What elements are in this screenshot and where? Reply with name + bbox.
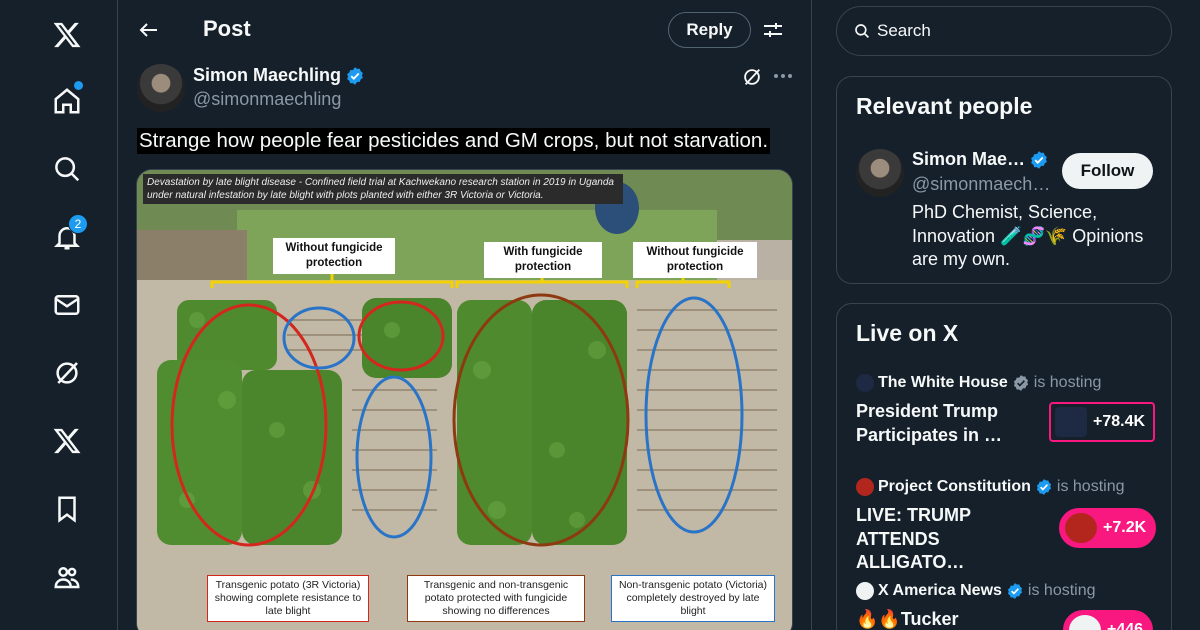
- x-logo-icon[interactable]: [40, 8, 94, 62]
- relevant-person-bio: PhD Chemist, Science, Innovation 🧪🧬🌾 Opi…: [912, 202, 1144, 269]
- image-note-transgenic: Transgenic potato (3R Victoria) showing …: [207, 575, 369, 622]
- image-label-with-fungicide: With fungicide protection: [484, 242, 602, 278]
- live-hosting-label: is hosting: [1027, 582, 1096, 599]
- live-hosting-label: is hosting: [1033, 374, 1102, 391]
- field-trial-photo: [137, 170, 792, 630]
- live-count-text: +446: [1107, 621, 1144, 630]
- grok-icon[interactable]: [40, 346, 94, 400]
- x-premium-icon[interactable]: [40, 414, 94, 468]
- live-title[interactable]: President Trump Participates in …: [856, 400, 1036, 447]
- x-america-news-thumbnail: [1069, 615, 1101, 630]
- author-name-row[interactable]: Simon Maechling: [193, 65, 365, 86]
- white-house-logo-icon: [856, 374, 874, 392]
- follow-button[interactable]: Follow: [1062, 153, 1153, 189]
- grok-explain-icon[interactable]: [741, 66, 763, 88]
- home-icon[interactable]: [40, 74, 94, 128]
- page-title: Post: [203, 16, 251, 41]
- live-on-x-card: Live on X The White House is hosting Pre…: [836, 303, 1172, 630]
- relevant-person-name-row[interactable]: Simon Mae…: [912, 149, 1049, 170]
- search-input[interactable]: [877, 21, 1137, 41]
- live-count-text: +78.4K: [1093, 413, 1146, 430]
- verified-badge-icon: [1007, 583, 1022, 599]
- post-image[interactable]: Devastation by late blight disease - Con…: [136, 169, 793, 630]
- search-box[interactable]: [836, 6, 1172, 56]
- reply-button[interactable]: Reply: [668, 12, 751, 48]
- verified-badge-icon: [347, 66, 363, 85]
- relevant-people-title: Relevant people: [856, 93, 1033, 119]
- relevant-person-name[interactable]: Simon Mae…: [912, 149, 1025, 170]
- post-text: Strange how people fear pesticides and G…: [137, 128, 771, 154]
- home-unread-dot: [74, 81, 83, 90]
- relevant-person-avatar[interactable]: [856, 149, 904, 197]
- author-handle[interactable]: @simonmaechling: [193, 89, 341, 110]
- image-caption: Devastation by late blight disease - Con…: [143, 174, 623, 204]
- search-icon: [855, 24, 869, 38]
- left-nav: 2: [0, 0, 118, 630]
- explore-icon[interactable]: [40, 142, 94, 196]
- project-constitution-thumbnail: [1065, 513, 1097, 543]
- relevant-people-card: Relevant people Simon Mae… @simonmaech… …: [836, 76, 1172, 284]
- back-arrow-icon[interactable]: [137, 14, 165, 46]
- live-listener-count[interactable]: +7.2K: [1059, 508, 1157, 548]
- white-house-thumbnail: [1055, 407, 1087, 437]
- image-label-without-fungicide-right: Without fungicide protection: [633, 242, 757, 278]
- bookmarks-icon[interactable]: [40, 482, 94, 536]
- notifications-badge: 2: [68, 214, 88, 234]
- post-header: Post Reply: [119, 0, 812, 60]
- messages-icon[interactable]: [40, 278, 94, 332]
- reply-settings-icon[interactable]: [761, 18, 785, 42]
- verified-badge-icon: [1013, 375, 1028, 391]
- relevant-person-handle[interactable]: @simonmaech…: [912, 174, 1050, 195]
- live-hosting-label: is hosting: [1056, 478, 1125, 495]
- live-on-x-title: Live on X: [856, 320, 959, 346]
- live-host-name[interactable]: X America News: [878, 582, 1002, 600]
- project-constitution-logo-icon: [856, 478, 874, 496]
- verified-badge-icon: [1036, 479, 1051, 495]
- image-label-without-fungicide-left: Without fungicide protection: [273, 238, 395, 274]
- image-note-non-transgenic: Non-transgenic potato (Victoria) complet…: [611, 575, 775, 622]
- live-host-name[interactable]: The White House: [878, 374, 1008, 392]
- communities-icon[interactable]: [40, 550, 94, 604]
- verified-badge-icon: [1031, 150, 1047, 169]
- author-avatar[interactable]: [137, 64, 185, 112]
- post-column: Post Reply Simon Maechling @simonmaechli…: [119, 0, 812, 630]
- live-host-name[interactable]: Project Constitution: [878, 478, 1031, 496]
- live-listener-count[interactable]: +78.4K: [1049, 402, 1156, 442]
- live-title[interactable]: LIVE: TRUMP ATTENDS ALLIGATO…: [856, 504, 1036, 575]
- live-title[interactable]: 🔥🔥Tucker Carlson's: [856, 608, 1036, 630]
- live-count-text: +7.2K: [1103, 519, 1147, 536]
- image-note-fungicide: Transgenic and non-transgenic potato pro…: [407, 575, 585, 622]
- more-options-icon[interactable]: [771, 66, 795, 86]
- x-america-news-logo-icon: [856, 582, 874, 600]
- author-name[interactable]: Simon Maechling: [193, 65, 341, 86]
- live-listener-count[interactable]: +446: [1063, 610, 1154, 630]
